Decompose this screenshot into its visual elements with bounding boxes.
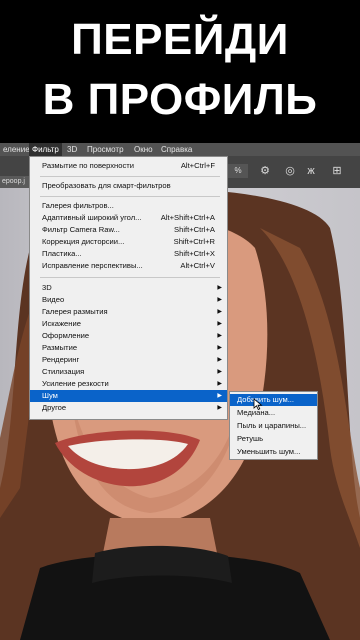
submenu-item-median[interactable]: Медиана...	[230, 407, 317, 419]
submenu-arrow-icon: ▶	[217, 357, 222, 363]
menu-item-label: Рендеринг	[42, 355, 80, 364]
menu-item-label: 3D	[42, 283, 52, 292]
menu-item-shortcut: Shift+Ctrl+X	[174, 249, 215, 258]
submenu-arrow-icon: ▶	[217, 285, 222, 291]
menu-item-label: Пластика...	[42, 249, 82, 258]
menu-item-shortcut: Alt+Ctrl+F	[180, 161, 215, 170]
menu-item-distort[interactable]: Искажение ▶	[30, 318, 227, 330]
submenu-arrow-icon: ▶	[217, 381, 222, 387]
menu-item-label: Коррекция дисторсии...	[42, 237, 125, 246]
submenu-arrow-icon: ▶	[217, 405, 222, 411]
submenu-arrow-icon: ▶	[217, 393, 222, 399]
butterfly-icon[interactable]: ж	[304, 164, 318, 178]
menu-item-label: Размытие по поверхности	[42, 161, 134, 170]
menu-item-label: Фильтр Camera Raw...	[42, 225, 120, 234]
app-menubar: еление Фильтр 3D Просмотр Окно Справка	[0, 143, 360, 156]
submenu-arrow-icon: ▶	[217, 369, 222, 375]
screen: ПЕРЕЙДИ В ПРОФИЛЬ еление Фильтр 3D Просм…	[0, 0, 360, 640]
menu-item-blur-gallery[interactable]: Галерея размытия ▶	[30, 306, 227, 318]
submenu-item-label: Ретушь	[237, 434, 264, 443]
menu-3d[interactable]: 3D	[64, 143, 80, 156]
gear-icon[interactable]: ⚙	[258, 164, 272, 178]
menu-item-blur[interactable]: Размытие ▶	[30, 342, 227, 354]
menu-item-adaptive-wide-angle[interactable]: Адаптивный широкий угол... Alt+Shift+Ctr…	[30, 212, 227, 224]
menu-item-noise[interactable]: Шум ▶	[30, 390, 227, 402]
menu-divider	[40, 196, 220, 197]
filter-menu: Размытие по поверхности Alt+Ctrl+F Преоб…	[29, 156, 228, 420]
menu-item-label: Адаптивный широкий угол...	[42, 213, 142, 222]
menu-item-lens-correction[interactable]: Коррекция дисторсии... Shift+Ctrl+R	[30, 236, 227, 248]
menu-item-label: Размытие	[42, 343, 78, 352]
menu-item-vanishing-point[interactable]: Исправление перспективы... Alt+Ctrl+V	[30, 260, 227, 272]
submenu-arrow-icon: ▶	[217, 345, 222, 351]
title-banner: ПЕРЕЙДИ В ПРОФИЛЬ	[0, 0, 360, 142]
submenu-arrow-icon: ▶	[217, 321, 222, 327]
submenu-item-add-noise[interactable]: Добавить шум...	[230, 394, 317, 406]
menu-divider	[40, 277, 220, 278]
menu-item-label: Стилизация	[42, 367, 85, 376]
submenu-item-dust-scratches[interactable]: Пыль и царапины...	[230, 420, 317, 432]
menu-item-shortcut: Shift+Ctrl+A	[174, 225, 215, 234]
menu-item-label: Усиление резкости	[42, 379, 109, 388]
menu-item-liquify[interactable]: Пластика... Shift+Ctrl+X	[30, 248, 227, 260]
submenu-item-label: Уменьшить шум...	[237, 447, 301, 456]
menu-item-label: Галерея фильтров...	[42, 201, 114, 210]
menu-item-label: Оформление	[42, 331, 90, 340]
menu-item-sharpen[interactable]: Усиление резкости ▶	[30, 378, 227, 390]
submenu-item-label: Пыль и царапины...	[237, 421, 307, 430]
opacity-field[interactable]: %	[228, 164, 248, 178]
menu-item-filter-gallery[interactable]: Галерея фильтров...	[30, 200, 227, 212]
mouse-pointer-icon	[253, 398, 263, 410]
symmetry-icon[interactable]: ⊞	[330, 164, 344, 178]
menu-item-label: Шум	[42, 391, 58, 400]
menu-item-stylize[interactable]: Стилизация ▶	[30, 366, 227, 378]
submenu-arrow-icon: ▶	[217, 297, 222, 303]
menu-item-3d[interactable]: 3D ▶	[30, 282, 227, 294]
menu-item-shortcut: Alt+Shift+Ctrl+A	[160, 213, 215, 222]
noise-submenu: Добавить шум... Медиана... Пыль и царапи…	[229, 391, 318, 460]
menu-view[interactable]: Просмотр	[84, 143, 127, 156]
submenu-arrow-icon: ▶	[217, 333, 222, 339]
banner-line-2: В ПРОФИЛЬ	[42, 75, 318, 124]
menu-item-other[interactable]: Другое ▶	[30, 402, 227, 414]
document-tab[interactable]: ероор.j	[0, 176, 30, 188]
menu-selection[interactable]: еление	[0, 143, 33, 156]
submenu-item-label: Добавить шум...	[237, 395, 295, 404]
menu-item-shortcut: Alt+Ctrl+V	[180, 261, 215, 270]
menu-item-label: Другое	[42, 403, 67, 412]
airbrush-icon[interactable]: ◎	[283, 164, 297, 178]
menu-help[interactable]: Справка	[158, 143, 195, 156]
menu-item-camera-raw[interactable]: Фильтр Camera Raw... Shift+Ctrl+A	[30, 224, 227, 236]
menu-filter[interactable]: Фильтр	[29, 143, 62, 156]
menu-item-video[interactable]: Видео ▶	[30, 294, 227, 306]
menu-divider	[40, 176, 220, 177]
menu-item-surface-blur[interactable]: Размытие по поверхности Alt+Ctrl+F	[30, 160, 227, 172]
banner-line-1: ПЕРЕЙДИ	[71, 15, 289, 64]
menu-item-label: Галерея размытия	[42, 307, 108, 316]
menu-window[interactable]: Окно	[131, 143, 156, 156]
menu-item-label: Видео	[42, 295, 65, 304]
menu-item-label: Искажение	[42, 319, 81, 328]
submenu-item-reduce-noise[interactable]: Уменьшить шум...	[230, 446, 317, 458]
menu-item-label: Исправление перспективы...	[42, 261, 143, 270]
menu-item-smart-filters[interactable]: Преобразовать для смарт-фильтров	[30, 180, 227, 192]
submenu-arrow-icon: ▶	[217, 309, 222, 315]
menu-item-shortcut: Shift+Ctrl+R	[173, 237, 215, 246]
menu-item-pixelate[interactable]: Оформление ▶	[30, 330, 227, 342]
menu-item-render[interactable]: Рендеринг ▶	[30, 354, 227, 366]
menu-item-label: Преобразовать для смарт-фильтров	[42, 181, 171, 190]
submenu-item-retouch[interactable]: Ретушь	[230, 433, 317, 445]
